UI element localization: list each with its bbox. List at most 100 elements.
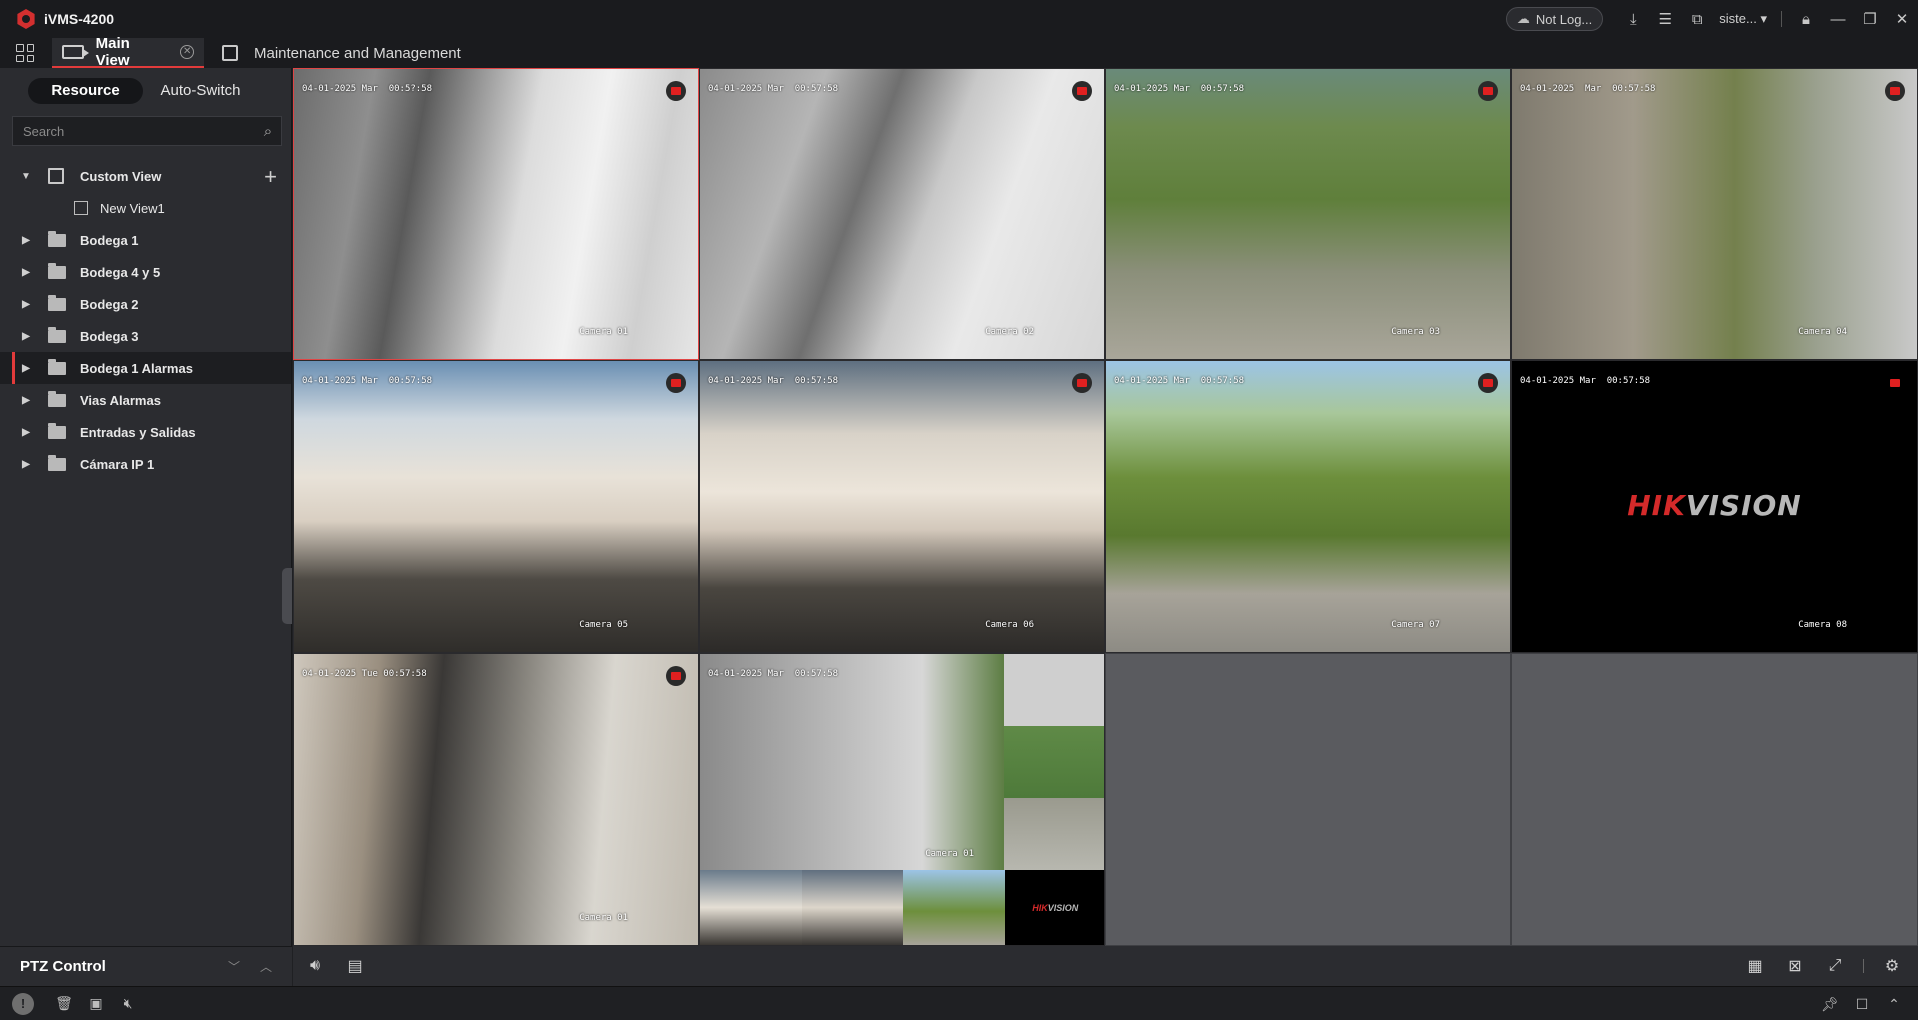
video-window-4[interactable]: 04-01-2025 Mar 00:57:58 Camera 04 — [1511, 68, 1918, 360]
expand-triangle-icon[interactable]: ▶ — [20, 427, 32, 438]
ptz-control-bar[interactable]: PTZ Control ﹀ ︿ — [0, 946, 292, 986]
segment-auto-switch[interactable]: Auto-Switch — [143, 78, 258, 104]
video-window-empty[interactable] — [1511, 653, 1918, 946]
recording-icon[interactable] — [666, 373, 686, 393]
tree-item-label: Bodega 2 — [80, 296, 139, 312]
video-grid: 04-01-2025 Mar 00:5?:58 Camera 01 04-01-… — [293, 68, 1918, 946]
maximize-icon[interactable]: ☐ — [1846, 996, 1878, 1013]
monitor-chart-icon[interactable]: ⧉ — [1681, 11, 1713, 28]
expand-triangle-icon[interactable]: ▶ — [20, 235, 32, 246]
recording-icon[interactable] — [1885, 373, 1905, 393]
video-window-1[interactable]: 04-01-2025 Mar 00:5?:58 Camera 01 — [293, 68, 699, 360]
tree-item-label: Entradas y Salidas — [80, 424, 196, 440]
chevron-down-icon[interactable]: ﹀ — [228, 958, 240, 975]
recording-icon[interactable] — [666, 666, 686, 686]
video-window-10[interactable]: 04-01-2025 Mar 00:57:58 Camera 01 HIK VIS… — [699, 653, 1105, 946]
tab-maintenance[interactable]: Maintenance and Management — [204, 38, 471, 68]
osd-timestamp: 04-01-2025 Mar 00:57:58 — [708, 376, 839, 386]
task-list-icon[interactable]: ☰ — [1649, 10, 1681, 28]
osd-camera-name: Camera 02 — [985, 327, 1034, 337]
tree-item-bodega-2[interactable]: ▶ Bodega 2 — [0, 288, 291, 320]
brand-vision: VISION — [1685, 489, 1802, 522]
resource-tree: ▼ Custom View + New View1 ▶ Bodega 1 ▶ B… — [0, 160, 291, 480]
record-all-icon[interactable]: ▤ — [335, 956, 375, 976]
osd-timestamp: 04-01-2025 Mar 00:57:58 — [708, 669, 839, 679]
add-view-icon[interactable]: + — [264, 164, 277, 190]
osd-camera-name: Camera 01 — [925, 849, 974, 859]
mute-icon[interactable]: 🔇︎ — [112, 995, 144, 1012]
recording-icon[interactable] — [1478, 373, 1498, 393]
video-window-6[interactable]: 04-01-2025 Mar 00:57:58 Camera 06 — [699, 360, 1105, 653]
expand-triangle-icon[interactable]: ▶ — [20, 395, 32, 406]
recording-icon[interactable] — [1885, 81, 1905, 101]
speaker-icon[interactable]: 🔊︎ — [295, 957, 335, 975]
image-capture-icon[interactable]: ▣ — [80, 995, 112, 1012]
lock-icon[interactable]: 🔒︎ — [1790, 11, 1822, 28]
video-window-8[interactable]: 04-01-2025 Mar 00:57:58 HIKVISION Camera… — [1511, 360, 1918, 653]
tab-close-icon[interactable]: ✕ — [180, 45, 194, 59]
video-window-9[interactable]: 04-01-2025 Tue 00:57:58 Camera 01 — [293, 653, 699, 946]
expand-triangle-icon[interactable]: ▶ — [20, 267, 32, 278]
tree-item-custom-view[interactable]: ▼ Custom View + — [0, 160, 291, 192]
tree-item-vias-alarmas[interactable]: ▶ Vias Alarmas — [0, 384, 291, 416]
camera-icon — [62, 45, 89, 59]
recording-icon[interactable] — [1478, 81, 1498, 101]
expand-triangle-icon[interactable]: ▶ — [20, 459, 32, 470]
settings-gear-icon[interactable]: ⚙ — [1872, 956, 1912, 976]
tree-item-bodega-3[interactable]: ▶ Bodega 3 — [0, 320, 291, 352]
search-icon[interactable]: ⌕ — [255, 123, 281, 140]
segment-resource[interactable]: Resource — [28, 78, 143, 104]
video-window-empty[interactable] — [1105, 653, 1511, 946]
hikvision-logo: HIKVISION — [1512, 489, 1917, 522]
minimize-icon[interactable]: — — [1822, 11, 1854, 28]
window-layout-icon[interactable]: ▦ — [1735, 956, 1775, 976]
restore-icon[interactable]: ❐ — [1854, 10, 1886, 28]
video-window-2[interactable]: 04-01-2025 Mar 00:57:58 Camera 02 — [699, 68, 1105, 360]
video-window-7[interactable]: 04-01-2025 Mar 00:57:58 Camera 07 — [1105, 360, 1511, 653]
video-window-5[interactable]: 04-01-2025 Mar 00:57:58 Camera 05 — [293, 360, 699, 653]
app-title: iVMS-4200 — [44, 11, 115, 27]
brand-hik: HIK — [1032, 902, 1048, 913]
panel-collapse-handle[interactable] — [282, 568, 292, 624]
tree-item-bodega-1-alarmas[interactable]: ▶ Bodega 1 Alarmas — [0, 352, 291, 384]
tree-item-label: Vias Alarmas — [80, 392, 161, 408]
video-window-3[interactable]: 04-01-2025 Mar 00:57:58 Camera 03 — [1105, 68, 1511, 360]
view-icon — [74, 201, 88, 215]
video-toolbar: 🔊︎ ▤ ▦ ⊠ ⤢ ⚙ — [293, 946, 1918, 986]
osd-camera-name: Camera 03 — [1391, 327, 1440, 337]
app-window: iVMS-4200 ☁ Not Log... ⤓ ☰ ⧉ siste... ▾ … — [0, 0, 1918, 1020]
tree-item-entradas-y-salidas[interactable]: ▶ Entradas y Salidas — [0, 416, 291, 448]
tree-item-new-view1[interactable]: New View1 — [0, 192, 291, 224]
tree-item-bodega-1[interactable]: ▶ Bodega 1 — [0, 224, 291, 256]
search-box: ⌕ — [12, 116, 282, 146]
osd-timestamp: 04-01-2025 Tue 00:57:58 — [302, 669, 427, 679]
expand-triangle-icon[interactable]: ▶ — [20, 299, 32, 310]
recording-icon[interactable] — [1072, 373, 1092, 393]
cloud-login-button[interactable]: ☁ Not Log... — [1505, 7, 1604, 31]
chevron-up-icon[interactable]: ︿ — [260, 958, 272, 975]
double-chevron-up-icon[interactable]: ⌃ — [1878, 996, 1910, 1013]
fullscreen-icon[interactable]: ⤢ — [1815, 957, 1855, 975]
recording-icon[interactable] — [1072, 81, 1092, 101]
trash-icon[interactable]: 🗑︎ — [48, 995, 80, 1012]
close-icon[interactable]: ✕ — [1886, 10, 1918, 28]
tree-item-bodega-4-y-5[interactable]: ▶ Bodega 4 y 5 — [0, 256, 291, 288]
expand-triangle-icon[interactable]: ▶ — [20, 363, 32, 374]
close-all-windows-icon[interactable]: ⊠ — [1775, 956, 1815, 976]
user-menu[interactable]: siste... ▾ — [1719, 11, 1767, 27]
recording-icon[interactable] — [666, 81, 686, 101]
tab-main-view[interactable]: Main View ✕ — [52, 35, 204, 69]
alarm-warning-icon[interactable]: ! — [12, 992, 34, 1015]
download-icon[interactable]: ⤓ — [1617, 11, 1649, 28]
pin-icon[interactable]: 📌︎ — [1814, 996, 1846, 1013]
osd-camera-name: Camera 05 — [579, 620, 628, 630]
collapse-triangle-icon[interactable]: ▼ — [20, 171, 32, 182]
tree-item-label: New View1 — [100, 200, 165, 216]
tree-item-camara-ip-1[interactable]: ▶ Cámara IP 1 — [0, 448, 291, 480]
thumbnail-row: HIK VISION — [700, 870, 1104, 945]
module-grid-icon[interactable] — [16, 44, 34, 62]
search-input[interactable] — [13, 123, 255, 139]
brand-hik: HIK — [1627, 489, 1686, 522]
cloud-status-label: Not Log... — [1535, 11, 1593, 27]
expand-triangle-icon[interactable]: ▶ — [20, 331, 32, 342]
